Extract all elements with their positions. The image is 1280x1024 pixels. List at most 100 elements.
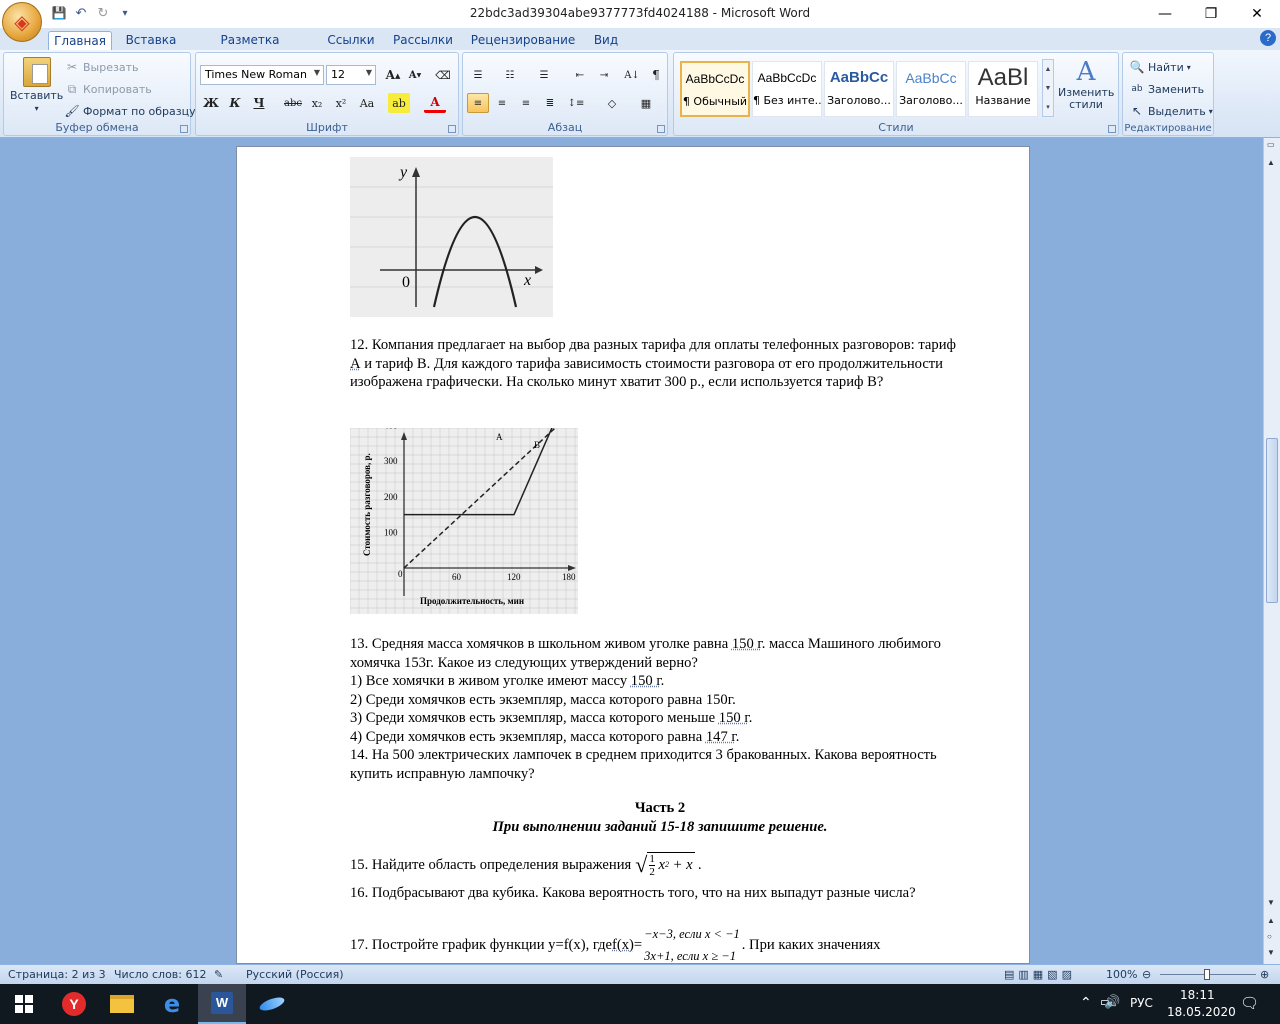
yandex-browser-icon[interactable]: Y <box>50 984 98 1024</box>
shrink-font-icon[interactable]: A ▼ <box>404 65 426 85</box>
copy-button[interactable]: ⧉ Копировать <box>64 81 152 97</box>
subscript-button[interactable]: x₂ <box>306 93 328 113</box>
browse-object-icon[interactable]: ○ <box>1267 932 1272 941</box>
font-color-icon[interactable]: A <box>424 93 446 113</box>
minimize-button[interactable]: — <box>1142 0 1188 28</box>
underline-button[interactable]: Ч <box>248 93 270 113</box>
word-count[interactable]: Число слов: 612 <box>114 968 207 981</box>
align-right-icon[interactable]: ≡ <box>515 93 537 113</box>
edge-icon[interactable]: e <box>148 984 196 1024</box>
language-indicator[interactable]: Русский (Россия) <box>246 968 344 981</box>
tariff-y-axis-label: Стоимость разговоров, р. <box>362 453 372 556</box>
change-case-button[interactable]: Aa <box>356 93 378 113</box>
multilevel-list-icon[interactable]: ☰ <box>533 65 555 85</box>
style-heading-2[interactable]: AaBbCc Заголово... <box>896 61 966 117</box>
styles-scroll[interactable]: ▲ ▼ ▾ <box>1042 59 1054 117</box>
style-no-spacing[interactable]: AaBbCcDc ¶ Без инте... <box>752 61 822 117</box>
input-language[interactable]: РУС <box>1130 996 1153 1010</box>
italic-button[interactable]: К <box>224 93 246 113</box>
help-icon[interactable]: ? <box>1260 30 1276 46</box>
word-taskbar-icon[interactable]: W <box>198 984 246 1024</box>
y-tick-label: 300 <box>384 456 398 466</box>
increase-indent-icon[interactable]: ⇥ <box>593 65 615 85</box>
select-button[interactable]: ↖ Выделить ▾ <box>1129 103 1213 119</box>
paste-button[interactable]: Вставить ▾ <box>10 57 63 113</box>
vertical-scrollbar[interactable]: ▭ ▲ ▼ ▲ ○ ▼ <box>1263 138 1280 964</box>
style-heading-1[interactable]: AaBbCc Заголово... <box>824 61 894 117</box>
superscript-button[interactable]: x² <box>330 93 352 113</box>
zoom-out-icon[interactable]: ⊖ <box>1142 968 1151 981</box>
page-count[interactable]: Страница: 2 из 3 <box>8 968 106 981</box>
scrollbar-thumb[interactable] <box>1266 438 1278 603</box>
decrease-indent-icon[interactable]: ⇤ <box>569 65 591 85</box>
sort-icon[interactable]: A↓ <box>621 65 643 85</box>
strikethrough-button[interactable]: abc <box>282 93 304 113</box>
change-styles-button[interactable]: A Изменить стили <box>1058 57 1114 111</box>
clear-format-icon[interactable]: ⌫ <box>432 65 454 85</box>
tab-insert[interactable]: Вставка <box>122 31 180 50</box>
bullets-icon[interactable]: ☰ <box>467 65 489 85</box>
tab-mailings[interactable]: Рассылки <box>390 31 456 50</box>
find-button[interactable]: 🔍 Найти ▾ <box>1129 59 1191 75</box>
document-page[interactable]: y x 0 12. Компания предлагает на выбор д… <box>236 146 1030 964</box>
font-launcher-icon[interactable] <box>448 125 456 133</box>
numbering-icon[interactable]: ☷ <box>499 65 521 85</box>
style-title[interactable]: AaBl Название <box>968 61 1038 117</box>
change-styles-icon: A <box>1076 57 1096 87</box>
tariff-origin-label: 0 <box>398 569 403 579</box>
format-painter-button[interactable]: 🖌 Формат по образцу <box>64 103 195 119</box>
grow-font-icon[interactable]: A ▲ <box>382 65 404 85</box>
ruler-toggle-icon[interactable]: ▭ <box>1267 140 1275 149</box>
tab-home[interactable]: Главная <box>48 31 112 50</box>
zoom-in-icon[interactable]: ⊕ <box>1260 968 1269 981</box>
scroll-down-icon[interactable]: ▼ <box>1267 898 1275 907</box>
option-4: 4) Среди хомячков есть экземпляр, масса … <box>350 728 740 745</box>
file-explorer-icon[interactable] <box>98 984 146 1024</box>
replace-button[interactable]: ab Заменить <box>1129 81 1204 97</box>
justify-icon[interactable]: ≣ <box>539 93 561 113</box>
next-page-icon[interactable]: ▼ <box>1267 948 1275 957</box>
shading-icon[interactable]: ◇ <box>601 93 623 113</box>
app-taskbar-icon[interactable] <box>248 984 296 1024</box>
borders-icon[interactable]: ▦ <box>635 93 657 113</box>
paste-icon <box>22 57 51 87</box>
start-button[interactable] <box>0 984 48 1024</box>
tab-page-layout[interactable]: Разметка страницы <box>190 31 310 61</box>
replace-icon: ab <box>1131 84 1143 94</box>
tray-chevron-icon[interactable]: ⌃ <box>1080 995 1092 1011</box>
office-button[interactable]: ◈ <box>2 2 42 42</box>
question-15: 15. Найдите область определения выражени… <box>350 851 702 878</box>
spellcheck-icon[interactable]: ✎ <box>214 968 223 981</box>
align-left-icon[interactable]: ≡ <box>467 93 489 113</box>
title-bar: 💾 ↶ ↻ ▾ 22bdc3ad39304abe9377773fd4024188… <box>0 0 1280 28</box>
scroll-up-icon[interactable]: ▲ <box>1267 158 1275 167</box>
maximize-button[interactable]: ❐ <box>1188 0 1234 28</box>
font-name-combo[interactable]: Times New Roman ▼ <box>200 65 324 85</box>
highlight-icon[interactable]: ab <box>388 93 410 113</box>
tab-view[interactable]: Вид <box>588 31 624 50</box>
font-size-combo[interactable]: 12 ▼ <box>326 65 376 85</box>
tab-references[interactable]: Ссылки <box>322 31 380 50</box>
align-center-icon[interactable]: ≡ <box>491 93 513 113</box>
notifications-icon[interactable]: 🗨 <box>1240 994 1259 1012</box>
volume-icon[interactable]: 🔊 <box>1104 995 1120 1010</box>
windows-icon <box>15 995 33 1013</box>
style-normal[interactable]: AaBbCcDc ¶ Обычный <box>680 61 750 117</box>
bold-button[interactable]: Ж <box>200 93 222 113</box>
view-buttons[interactable]: ▤▥▦▧▨ <box>1004 968 1076 981</box>
clock[interactable]: 18:11 <box>1180 988 1215 1002</box>
pilcrow-icon[interactable]: ¶ <box>645 65 667 85</box>
styles-launcher-icon[interactable] <box>1108 125 1116 133</box>
clipboard-launcher-icon[interactable] <box>180 125 188 133</box>
zoom-level[interactable]: 100% <box>1106 968 1137 981</box>
styles-group: AaBbCcDc ¶ Обычный AaBbCcDc ¶ Без инте..… <box>673 52 1119 136</box>
close-button[interactable]: ✕ <box>1234 0 1280 28</box>
date[interactable]: 18.05.2020 <box>1167 1005 1236 1019</box>
line-spacing-icon[interactable]: ↕≡ <box>565 93 587 113</box>
tariff-chart: 600500400300200100 60120180240300 0 A B … <box>349 325 686 614</box>
zoom-slider-thumb[interactable] <box>1204 969 1210 980</box>
prev-page-icon[interactable]: ▲ <box>1267 916 1275 925</box>
tab-review[interactable]: Рецензирование <box>470 31 576 50</box>
paragraph-launcher-icon[interactable] <box>657 125 665 133</box>
cut-button[interactable]: ✂ Вырезать <box>64 59 139 75</box>
